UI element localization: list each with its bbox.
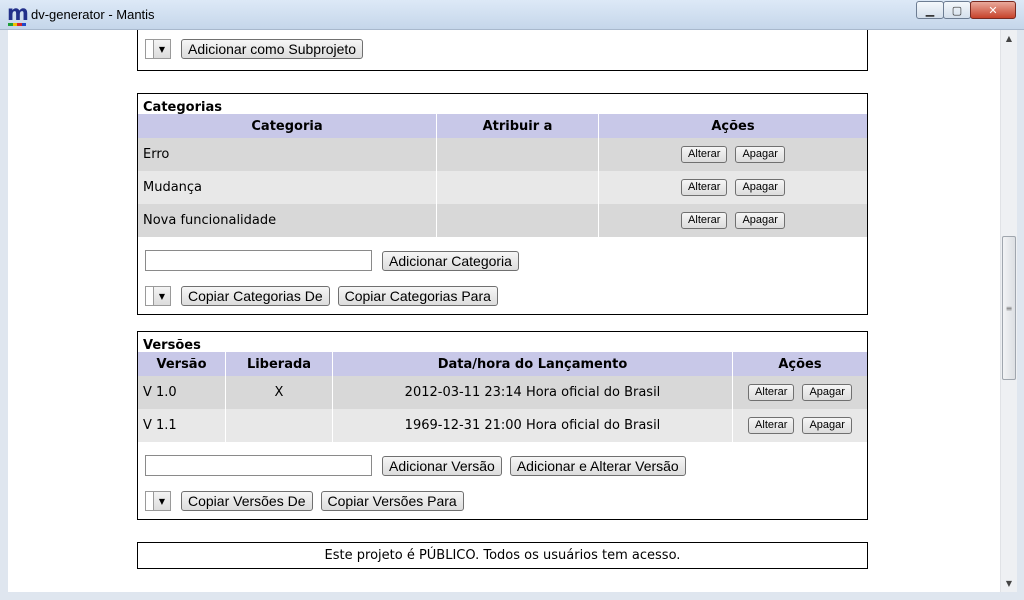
- window-titlebar: m dv-generator - Mantis ▁ ▢ ✕: [0, 0, 1024, 30]
- scroll-down-icon[interactable]: ▼: [1001, 575, 1017, 592]
- delete-version-button[interactable]: Apagar: [802, 417, 852, 434]
- add-subproject-button[interactable]: Adicionar como Subprojeto: [181, 39, 364, 59]
- table-row: Nova funcionalidade Alterar Apagar: [138, 204, 867, 237]
- version-released: X: [225, 376, 333, 409]
- add-version-button[interactable]: Adicionar Versão: [382, 455, 502, 476]
- chevron-down-icon: ▼: [153, 287, 170, 305]
- table-row: Erro Alterar Apagar: [138, 138, 867, 171]
- col-actions: Ações: [732, 352, 867, 376]
- edit-version-button[interactable]: Alterar: [748, 417, 795, 434]
- category-name: Nova funcionalidade: [138, 204, 437, 237]
- col-actions: Ações: [598, 114, 867, 138]
- versions-table: Versão Liberada Data/hora do Lançamento …: [138, 352, 867, 442]
- version-date: 2012-03-11 23:14 Hora oficial do Brasil: [332, 376, 733, 409]
- category-assigned: [436, 138, 599, 171]
- add-edit-version-button[interactable]: Adicionar e Alterar Versão: [509, 455, 686, 476]
- version-date: 1969-12-31 21:00 Hora oficial do Brasil: [332, 409, 733, 442]
- window-title: dv-generator - Mantis: [31, 7, 155, 22]
- mantis-logo-icon: m: [7, 1, 29, 26]
- add-category-button[interactable]: Adicionar Categoria: [382, 250, 519, 271]
- copy-versions-project-select[interactable]: ▼: [145, 491, 171, 511]
- vertical-scrollbar[interactable]: ▲ ≡ ▼: [1000, 30, 1017, 592]
- page-content: ▼ Adicionar como Subprojeto Categorias C…: [8, 30, 1000, 592]
- scrollbar-thumb[interactable]: ≡: [1002, 236, 1016, 380]
- version-released: [225, 409, 333, 442]
- categories-box: Categorias Categoria Atribuir a Ações Er…: [137, 93, 868, 315]
- subproject-box: ▼ Adicionar como Subprojeto: [137, 30, 868, 71]
- col-released: Liberada: [225, 352, 333, 376]
- category-assigned: [436, 171, 599, 204]
- table-row: V 1.1 1969-12-31 21:00 Hora oficial do B…: [138, 409, 867, 442]
- delete-category-button[interactable]: Apagar: [735, 179, 785, 196]
- chevron-down-icon: ▼: [153, 40, 170, 58]
- copy-categories-to-button[interactable]: Copiar Categorias Para: [337, 286, 498, 306]
- new-category-input[interactable]: [145, 250, 372, 271]
- scroll-up-icon[interactable]: ▲: [1001, 30, 1017, 47]
- chevron-down-icon: ▼: [153, 492, 170, 510]
- version-name: V 1.1: [138, 409, 226, 442]
- col-release-date: Data/hora do Lançamento: [332, 352, 733, 376]
- table-row: V 1.0 X 2012-03-11 23:14 Hora oficial do…: [138, 376, 867, 409]
- version-name: V 1.0: [138, 376, 226, 409]
- edit-category-button[interactable]: Alterar: [681, 146, 728, 163]
- table-row: Mudança Alterar Apagar: [138, 171, 867, 204]
- copy-categories-project-select[interactable]: ▼: [145, 286, 171, 306]
- window-frame: [1017, 30, 1024, 600]
- versions-title: Versões: [143, 338, 201, 353]
- project-visibility-notice: Este projeto é PÚBLICO. Todos os usuário…: [137, 542, 868, 569]
- subproject-select[interactable]: ▼: [145, 39, 171, 59]
- category-assigned: [436, 204, 599, 237]
- edit-category-button[interactable]: Alterar: [681, 212, 728, 229]
- maximize-icon[interactable]: ▢: [943, 1, 971, 19]
- versions-box: Versões Versão Liberada Data/hora do Lan…: [137, 331, 868, 520]
- close-icon[interactable]: ✕: [970, 1, 1016, 19]
- category-name: Erro: [138, 138, 437, 171]
- delete-category-button[interactable]: Apagar: [735, 146, 785, 163]
- categories-table: Categoria Atribuir a Ações Erro Alterar A…: [138, 114, 867, 237]
- copy-categories-from-button[interactable]: Copiar Categorias De: [181, 286, 330, 306]
- new-version-input[interactable]: [145, 455, 372, 476]
- delete-category-button[interactable]: Apagar: [735, 212, 785, 229]
- minimize-icon[interactable]: ▁: [916, 1, 944, 19]
- delete-version-button[interactable]: Apagar: [802, 384, 852, 401]
- col-assign: Atribuir a: [436, 114, 599, 138]
- categories-title: Categorias: [143, 100, 222, 115]
- window-frame: [0, 592, 1024, 600]
- col-version: Versão: [138, 352, 226, 376]
- category-name: Mudança: [138, 171, 437, 204]
- copy-versions-to-button[interactable]: Copiar Versões Para: [320, 491, 464, 511]
- col-category: Categoria: [138, 114, 437, 138]
- edit-category-button[interactable]: Alterar: [681, 179, 728, 196]
- copy-versions-from-button[interactable]: Copiar Versões De: [181, 491, 313, 511]
- edit-version-button[interactable]: Alterar: [748, 384, 795, 401]
